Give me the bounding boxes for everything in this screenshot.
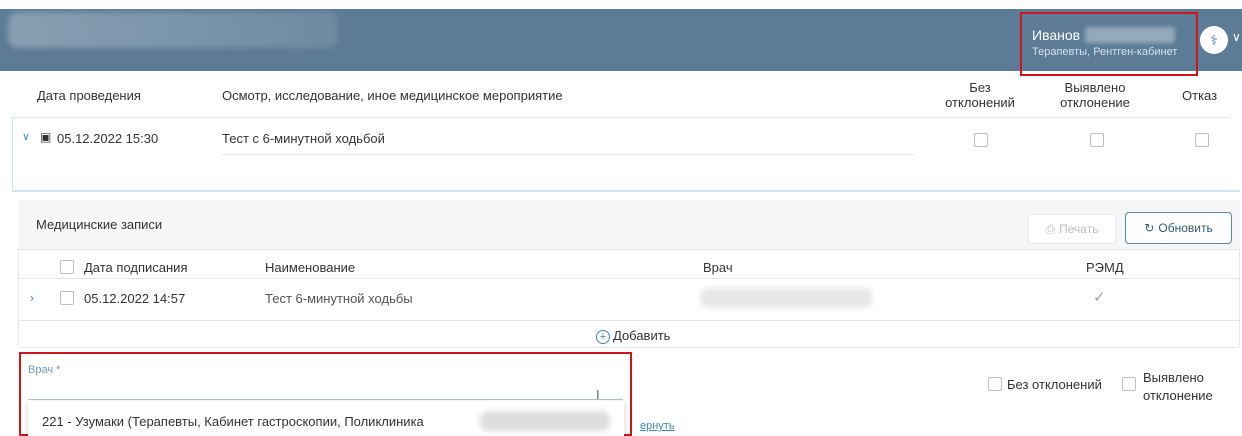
column-deviation: Выявлено отклонение bbox=[1060, 80, 1130, 110]
bottom-deviation-label: Выявлено отклонение bbox=[1143, 370, 1213, 403]
no-deviation-checkbox[interactable] bbox=[974, 133, 988, 147]
records-row-divider bbox=[19, 320, 1239, 321]
add-record-link[interactable]: + Добавить bbox=[596, 328, 670, 344]
expand-row-chevron-icon[interactable]: › bbox=[30, 291, 34, 305]
select-all-checkbox[interactable] bbox=[60, 260, 74, 274]
chevron-down-icon[interactable]: ∨ bbox=[1232, 30, 1241, 44]
remd-check-icon: ✓ bbox=[1093, 289, 1106, 306]
doctor-field-label: Врач * bbox=[28, 364, 61, 376]
user-highlight-box bbox=[1020, 12, 1198, 76]
column-remd: РЭМД bbox=[1086, 260, 1124, 275]
record-sign-date: 05.12.2022 14:57 bbox=[84, 291, 186, 306]
records-header-divider bbox=[19, 278, 1239, 279]
column-sign-date: Дата подписания bbox=[84, 260, 188, 275]
column-date: Дата проведения bbox=[37, 88, 141, 103]
refresh-button[interactable]: ↻ Обновить bbox=[1125, 212, 1232, 244]
exam-event-underline bbox=[222, 154, 914, 155]
redacted-user-surname bbox=[1085, 27, 1175, 43]
row-divider bbox=[12, 190, 1240, 192]
printer-icon: ⎙ bbox=[1045, 221, 1056, 236]
exam-event[interactable]: Тест с 6-минутной ходьбой bbox=[222, 131, 385, 146]
header-divider bbox=[12, 117, 1230, 118]
redacted-clinic-name bbox=[480, 411, 610, 431]
column-no-deviation: Без отклонений bbox=[945, 80, 1015, 110]
column-refusal: Отказ bbox=[1182, 88, 1218, 103]
doctor-input[interactable] bbox=[28, 399, 623, 400]
return-link[interactable]: ернуть bbox=[640, 420, 675, 432]
doctor-dropdown-item[interactable]: 221 - Узумаки (Терапевты, Кабинет гастро… bbox=[42, 414, 424, 429]
stethoscope-icon[interactable]: ⚕ bbox=[1200, 26, 1228, 54]
bottom-no-deviation-label: Без отклонений bbox=[1007, 377, 1102, 392]
record-name: Тест 6-минутной ходьбы bbox=[265, 291, 413, 306]
column-event: Осмотр, исследование, иное медицинское м… bbox=[222, 88, 563, 103]
deviation-checkbox[interactable] bbox=[1090, 133, 1104, 147]
column-name: Наименование bbox=[265, 260, 356, 275]
refresh-icon: ↻ bbox=[1144, 221, 1155, 235]
refusal-checkbox[interactable] bbox=[1195, 133, 1209, 147]
medical-records-title: Медицинские записи bbox=[36, 217, 163, 232]
row-left-border bbox=[12, 118, 13, 192]
user-department[interactable]: Терапевты, Рентген-кабинет bbox=[1032, 46, 1177, 58]
bottom-no-deviation-checkbox[interactable] bbox=[988, 377, 1002, 391]
exam-date[interactable]: 05.12.2022 15:30 bbox=[57, 131, 158, 146]
column-doctor: Врач bbox=[703, 260, 733, 275]
redacted-doctor-name bbox=[700, 288, 872, 308]
calendar-icon[interactable]: ▣ bbox=[40, 130, 51, 144]
bottom-deviation-checkbox[interactable] bbox=[1122, 377, 1136, 391]
expand-chevron-icon[interactable]: ∨ bbox=[22, 130, 30, 143]
text-cursor-icon: I bbox=[596, 387, 600, 402]
print-button[interactable]: ⎙ Печать bbox=[1028, 214, 1116, 244]
redacted-logo-area bbox=[8, 12, 338, 48]
record-checkbox[interactable] bbox=[60, 291, 74, 305]
user-name[interactable]: Иванов bbox=[1032, 27, 1080, 43]
add-plus-icon: + bbox=[596, 330, 610, 344]
